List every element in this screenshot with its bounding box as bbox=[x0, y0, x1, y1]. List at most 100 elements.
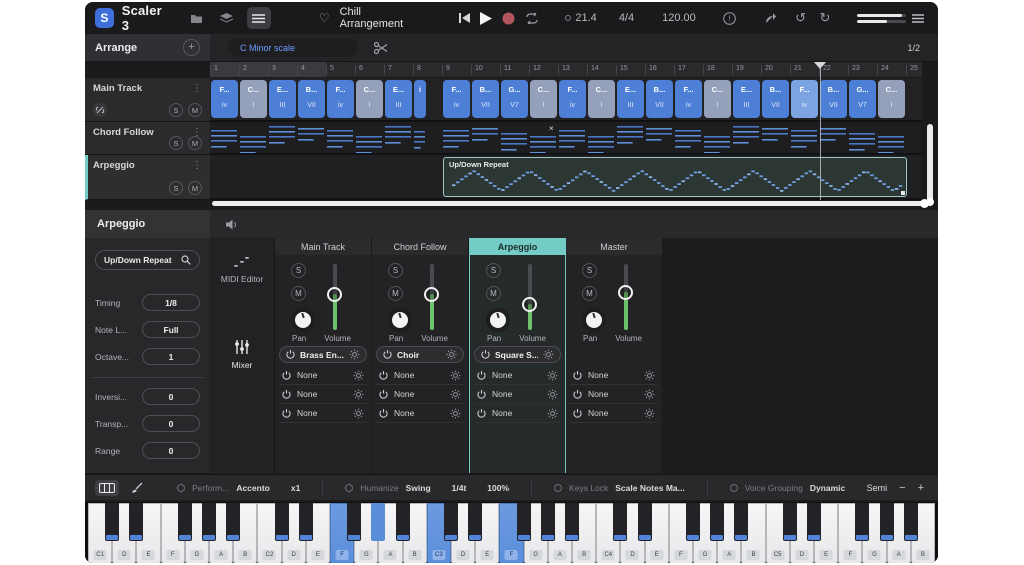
black-key-F#2[interactable] bbox=[347, 503, 361, 541]
black-key-F#5[interactable] bbox=[855, 503, 869, 541]
layers-icon[interactable] bbox=[214, 7, 238, 29]
link-icon[interactable] bbox=[93, 103, 107, 117]
keyboard-toggle-button[interactable] bbox=[95, 480, 119, 496]
scale-chip[interactable]: C Minor scale bbox=[228, 38, 358, 57]
skip-back-icon[interactable] bbox=[459, 13, 470, 23]
tab-mixer[interactable]: Mixer bbox=[210, 322, 274, 388]
fx-slot[interactable]: None bbox=[376, 404, 464, 423]
gear-icon[interactable] bbox=[547, 389, 558, 400]
solo-button[interactable]: S bbox=[486, 263, 501, 278]
power-icon[interactable] bbox=[573, 371, 582, 380]
solo-button[interactable]: S bbox=[169, 136, 183, 150]
perform-group-1[interactable]: HumanizeSwing1/4t100% bbox=[345, 483, 509, 493]
speaker-icon[interactable] bbox=[226, 219, 239, 230]
heart-icon[interactable]: ♡ bbox=[319, 11, 330, 25]
black-key-G#1[interactable] bbox=[202, 503, 216, 541]
brush-icon[interactable] bbox=[131, 482, 143, 494]
page-indicator[interactable]: 1/2 bbox=[907, 43, 920, 53]
black-key-C#3[interactable] bbox=[444, 503, 458, 541]
fx-slot[interactable]: None bbox=[279, 366, 367, 385]
gear-icon[interactable] bbox=[547, 408, 558, 419]
add-section-button[interactable]: + bbox=[183, 39, 200, 56]
solo-button[interactable]: S bbox=[169, 181, 183, 195]
black-key-D#5[interactable] bbox=[807, 503, 821, 541]
loop-icon[interactable] bbox=[525, 13, 539, 24]
gear-icon[interactable] bbox=[543, 349, 554, 360]
kebab-icon[interactable]: ⋮ bbox=[192, 160, 202, 171]
fx-slot[interactable]: None bbox=[474, 366, 561, 385]
gear-icon[interactable] bbox=[446, 349, 457, 360]
solo-button[interactable]: S bbox=[169, 103, 183, 117]
piano-keyboard[interactable]: C1DEFGABC2DEFGABC3DEFGABC4DEFGABC5DEFGAB bbox=[85, 502, 938, 563]
black-key-A#1[interactable] bbox=[226, 503, 240, 541]
pan-knob[interactable] bbox=[486, 308, 510, 332]
param-value-5[interactable]: 0 bbox=[142, 442, 200, 459]
strip-header[interactable]: Chord Follow bbox=[372, 238, 468, 255]
pan-knob[interactable] bbox=[388, 308, 412, 332]
pan-knob[interactable] bbox=[291, 308, 315, 332]
mute-button[interactable]: M bbox=[188, 103, 202, 117]
record-icon[interactable] bbox=[502, 12, 515, 25]
gear-icon[interactable] bbox=[353, 408, 364, 419]
tab-midi-editor[interactable]: MIDI Editor bbox=[210, 238, 274, 302]
gear-icon[interactable] bbox=[644, 408, 655, 419]
fx-slot[interactable]: None bbox=[279, 404, 367, 423]
track-header-main-track[interactable]: Main Track⋮SM bbox=[85, 78, 210, 122]
black-key-G#4[interactable] bbox=[710, 503, 724, 541]
status-circle-icon[interactable] bbox=[730, 484, 738, 492]
black-key-A#2[interactable] bbox=[396, 503, 410, 541]
power-icon[interactable] bbox=[481, 350, 490, 359]
mute-button[interactable]: M bbox=[388, 286, 403, 301]
power-icon[interactable] bbox=[477, 390, 486, 399]
param-value-1[interactable]: Full bbox=[142, 321, 200, 338]
volume-fader[interactable] bbox=[430, 264, 434, 330]
gear-icon[interactable] bbox=[547, 370, 558, 381]
black-key-C#4[interactable] bbox=[613, 503, 627, 541]
black-key-G#5[interactable] bbox=[880, 503, 894, 541]
gear-icon[interactable] bbox=[349, 349, 360, 360]
black-key-G#2[interactable] bbox=[371, 503, 385, 541]
track-header-arpeggio[interactable]: Arpeggio⋮SM bbox=[85, 155, 210, 200]
volume-fader[interactable] bbox=[333, 264, 337, 330]
mute-button[interactable]: M bbox=[188, 181, 202, 195]
power-icon[interactable] bbox=[379, 409, 388, 418]
gear-icon[interactable] bbox=[353, 389, 364, 400]
power-icon[interactable] bbox=[573, 390, 582, 399]
black-key-D#4[interactable] bbox=[638, 503, 652, 541]
black-key-G#3[interactable] bbox=[541, 503, 555, 541]
black-key-A#5[interactable] bbox=[904, 503, 918, 541]
mute-button[interactable]: M bbox=[582, 286, 597, 301]
param-value-3[interactable]: 0 bbox=[142, 388, 200, 405]
black-key-D#2[interactable] bbox=[299, 503, 313, 541]
power-icon[interactable] bbox=[379, 371, 388, 380]
perform-group-3[interactable]: Voice GroupingDynamic bbox=[730, 483, 846, 493]
power-icon[interactable] bbox=[477, 409, 486, 418]
fx-slot[interactable]: None bbox=[376, 366, 464, 385]
black-key-A#3[interactable] bbox=[565, 503, 579, 541]
folder-icon[interactable] bbox=[184, 7, 208, 29]
black-key-F#3[interactable] bbox=[517, 503, 531, 541]
kebab-icon[interactable]: ⋮ bbox=[192, 83, 202, 94]
gear-icon[interactable] bbox=[450, 389, 461, 400]
semi-minus-button[interactable]: − bbox=[899, 482, 905, 494]
fx-slot[interactable]: None bbox=[570, 404, 658, 423]
instrument-selector[interactable]: Square S... bbox=[474, 346, 561, 363]
perform-group-2[interactable]: Keys LockScale Notes Ma... bbox=[554, 483, 685, 493]
solo-button[interactable]: S bbox=[291, 263, 306, 278]
fx-slot[interactable]: None bbox=[474, 385, 561, 404]
fx-slot[interactable]: None bbox=[279, 385, 367, 404]
black-key-D#3[interactable] bbox=[468, 503, 482, 541]
black-key-A#4[interactable] bbox=[734, 503, 748, 541]
fx-slot[interactable]: None bbox=[376, 385, 464, 404]
power-icon[interactable] bbox=[282, 409, 291, 418]
power-icon[interactable] bbox=[282, 371, 291, 380]
gear-icon[interactable] bbox=[644, 370, 655, 381]
black-key-C#5[interactable] bbox=[783, 503, 797, 541]
perform-group-0[interactable]: Perform...Accentox1 bbox=[177, 483, 300, 493]
strip-header[interactable]: Arpeggio bbox=[470, 238, 565, 255]
fx-slot[interactable]: None bbox=[474, 404, 561, 423]
black-key-F#1[interactable] bbox=[178, 503, 192, 541]
strip-header[interactable]: Master bbox=[566, 238, 662, 255]
mute-button[interactable]: M bbox=[291, 286, 306, 301]
mute-button[interactable]: M bbox=[486, 286, 501, 301]
